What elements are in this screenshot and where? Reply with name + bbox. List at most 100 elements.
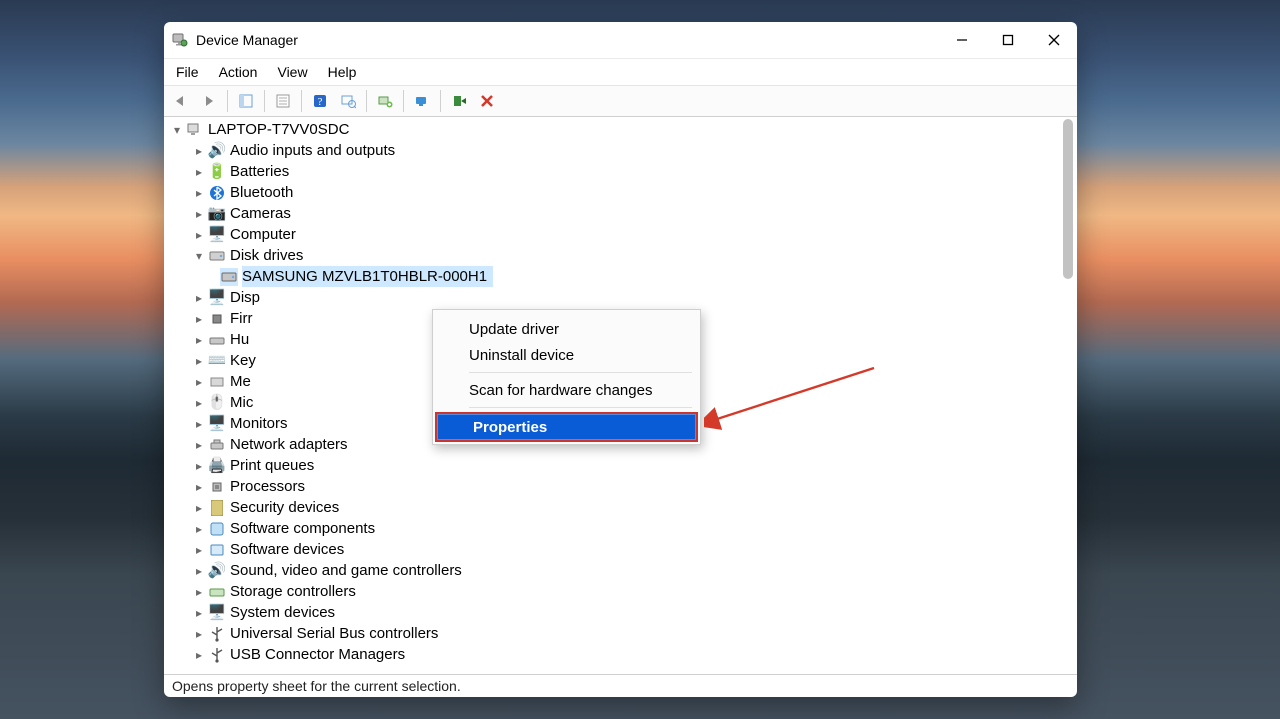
- chevron-right-icon[interactable]: ▸: [192, 165, 206, 179]
- context-menu: Update driver Uninstall device Scan for …: [432, 309, 701, 445]
- properties-button[interactable]: [270, 88, 296, 114]
- keyboard-icon: ⌨️: [208, 352, 226, 370]
- chevron-down-icon[interactable]: ▾: [192, 249, 206, 263]
- forward-button[interactable]: [196, 88, 222, 114]
- menubar: File Action View Help: [164, 59, 1077, 86]
- titlebar[interactable]: Device Manager: [164, 22, 1077, 59]
- tree-item-storage-controllers[interactable]: ▸ Storage controllers: [168, 581, 1077, 602]
- menu-action[interactable]: Action: [211, 62, 266, 82]
- tree-label: Me: [230, 371, 251, 392]
- chevron-right-icon[interactable]: ▸: [192, 522, 206, 536]
- ctx-uninstall-device[interactable]: Uninstall device: [433, 342, 700, 368]
- status-bar: Opens property sheet for the current sel…: [164, 674, 1077, 697]
- close-button[interactable]: [1031, 22, 1077, 58]
- network-icon: [208, 436, 226, 454]
- tree-item-sound-video-game[interactable]: ▸ 🔊 Sound, video and game controllers: [168, 560, 1077, 581]
- toolbar-separator: [301, 90, 302, 112]
- chevron-right-icon[interactable]: ▸: [192, 291, 206, 305]
- chevron-right-icon[interactable]: ▸: [192, 564, 206, 578]
- menu-help[interactable]: Help: [320, 62, 365, 82]
- tree-item-print-queues[interactable]: ▸ 🖨️ Print queues: [168, 455, 1077, 476]
- chevron-right-icon[interactable]: ▸: [192, 438, 206, 452]
- chevron-right-icon[interactable]: ▸: [192, 144, 206, 158]
- vertical-scrollbar[interactable]: [1061, 119, 1075, 672]
- scan-hardware-button[interactable]: [335, 88, 361, 114]
- tree-label: Firr: [230, 308, 253, 329]
- cpu-icon: [208, 478, 226, 496]
- tree-item-display[interactable]: ▸ 🖥️ Disp: [168, 287, 1077, 308]
- chevron-right-icon[interactable]: ▸: [192, 501, 206, 515]
- window-title: Device Manager: [196, 32, 939, 48]
- chevron-right-icon[interactable]: ▸: [192, 627, 206, 641]
- chevron-right-icon[interactable]: ▸: [192, 459, 206, 473]
- camera-icon: 📷: [208, 205, 226, 223]
- ctx-update-driver[interactable]: Update driver: [433, 316, 700, 342]
- show-hide-tree-button[interactable]: [233, 88, 259, 114]
- ctx-separator: [469, 372, 692, 373]
- chip-icon: [208, 310, 226, 328]
- menu-view[interactable]: View: [269, 62, 315, 82]
- chevron-right-icon[interactable]: ▸: [192, 375, 206, 389]
- tree-item-disk-drive-samsung[interactable]: SAMSUNG MZVLB1T0HBLR-000H1: [168, 266, 1077, 287]
- enable-device-button[interactable]: [446, 88, 472, 114]
- chevron-right-icon[interactable]: ▸: [192, 543, 206, 557]
- ctx-scan-hardware[interactable]: Scan for hardware changes: [433, 377, 700, 403]
- chevron-right-icon[interactable]: ▸: [192, 417, 206, 431]
- tree-item-computer[interactable]: ▸ 🖥️ Computer: [168, 224, 1077, 245]
- monitor-icon: 🖥️: [208, 415, 226, 433]
- tree-item-security-devices[interactable]: ▸ Security devices: [168, 497, 1077, 518]
- tree-item-bluetooth[interactable]: ▸ Bluetooth: [168, 182, 1077, 203]
- chevron-right-icon[interactable]: ▸: [192, 606, 206, 620]
- add-legacy-hardware-button[interactable]: [372, 88, 398, 114]
- toolbar-separator: [227, 90, 228, 112]
- tree-label: Disp: [230, 287, 260, 308]
- chevron-right-icon[interactable]: ▸: [192, 396, 206, 410]
- scrollbar-thumb[interactable]: [1063, 119, 1073, 279]
- chevron-right-icon[interactable]: ▸: [192, 333, 206, 347]
- tree-item-usb-connector-managers[interactable]: ▸ USB Connector Managers: [168, 644, 1077, 665]
- chevron-right-icon[interactable]: ▸: [192, 480, 206, 494]
- software-device-icon: [208, 541, 226, 559]
- chevron-right-icon[interactable]: ▸: [192, 207, 206, 221]
- toolbar-separator: [440, 90, 441, 112]
- tree-item-processors[interactable]: ▸ Processors: [168, 476, 1077, 497]
- tree-item-usb-controllers[interactable]: ▸ Universal Serial Bus controllers: [168, 623, 1077, 644]
- toolbar-separator: [366, 90, 367, 112]
- status-text: Opens property sheet for the current sel…: [172, 678, 461, 694]
- battery-icon: 🔋: [208, 163, 226, 181]
- ctx-properties-label: Properties: [473, 419, 547, 436]
- tree-label: Print queues: [230, 455, 314, 476]
- tree-item-system-devices[interactable]: ▸ 🖥️ System devices: [168, 602, 1077, 623]
- chevron-right-icon[interactable]: ▸: [192, 585, 206, 599]
- chevron-right-icon[interactable]: ▸: [192, 312, 206, 326]
- ctx-separator: [469, 407, 692, 408]
- chevron-right-icon[interactable]: ▸: [192, 354, 206, 368]
- chevron-down-icon[interactable]: ▾: [170, 123, 184, 137]
- ctx-properties[interactable]: Properties: [435, 412, 698, 442]
- tree-root[interactable]: ▾ LAPTOP-T7VV0SDC: [168, 119, 1077, 140]
- uninstall-device-button[interactable]: [474, 88, 500, 114]
- bluetooth-icon: [208, 184, 226, 202]
- update-driver-button[interactable]: [409, 88, 435, 114]
- tree-item-cameras[interactable]: ▸ 📷 Cameras: [168, 203, 1077, 224]
- tree-item-software-components[interactable]: ▸ Software components: [168, 518, 1077, 539]
- speaker-icon: 🔊: [208, 142, 226, 160]
- maximize-button[interactable]: [985, 22, 1031, 58]
- software-component-icon: [208, 520, 226, 538]
- chevron-right-icon[interactable]: ▸: [192, 228, 206, 242]
- tree-label: Monitors: [230, 413, 288, 434]
- tree-label: System devices: [230, 602, 335, 623]
- tree-item-audio[interactable]: ▸ 🔊 Audio inputs and outputs: [168, 140, 1077, 161]
- tree-label: LAPTOP-T7VV0SDC: [208, 119, 349, 140]
- tree-item-batteries[interactable]: ▸ 🔋 Batteries: [168, 161, 1077, 182]
- menu-file[interactable]: File: [168, 62, 207, 82]
- back-button[interactable]: [168, 88, 194, 114]
- help-button[interactable]: ?: [307, 88, 333, 114]
- minimize-button[interactable]: [939, 22, 985, 58]
- tree-item-software-devices[interactable]: ▸ Software devices: [168, 539, 1077, 560]
- svg-text:?: ?: [318, 96, 323, 108]
- chevron-right-icon[interactable]: ▸: [192, 186, 206, 200]
- chevron-right-icon[interactable]: ▸: [192, 648, 206, 662]
- display-adapter-icon: 🖥️: [208, 289, 226, 307]
- tree-item-disk-drives[interactable]: ▾ Disk drives: [168, 245, 1077, 266]
